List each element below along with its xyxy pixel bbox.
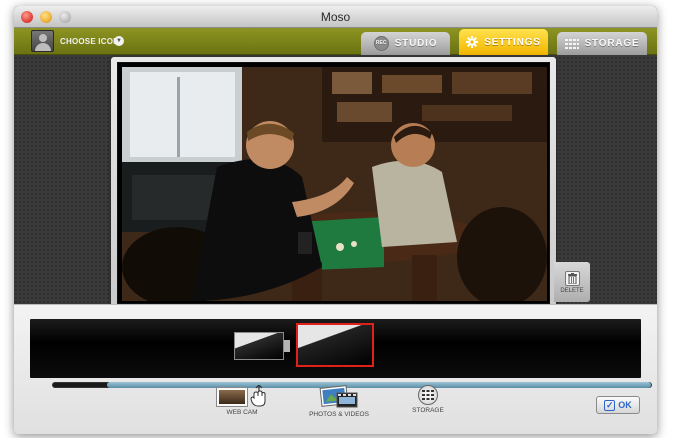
user-avatar[interactable] — [31, 30, 54, 52]
video-preview-panel — [111, 57, 556, 310]
gear-icon — [466, 36, 479, 48]
choose-icon-button[interactable]: CHOOSE ICON — [60, 37, 119, 46]
webcam-source-button[interactable]: WEB CAM — [210, 385, 274, 416]
storage-grid-icon — [564, 38, 579, 49]
photos-videos-source-label: PHOTOS & VIDEOS — [309, 411, 369, 418]
title-bar[interactable]: Moso — [14, 6, 657, 28]
webcam-icon — [216, 385, 268, 407]
chevron-down-icon[interactable]: ▼ — [114, 36, 124, 46]
photos-videos-icon — [319, 385, 358, 408]
webcam-source-label: WEB CAM — [226, 409, 258, 416]
checkmark-icon: ✓ — [604, 399, 616, 411]
photos-videos-source-button[interactable]: PHOTOS & VIDEOS — [307, 385, 371, 418]
clip-thumbnail-handle[interactable] — [284, 340, 290, 352]
bottom-panel: WEB CAM PHOTOS & VIDEOS STORAGE ✓ OK — [14, 304, 657, 434]
video-preview[interactable] — [122, 67, 547, 301]
webcam-preview-thumb — [216, 387, 248, 407]
trash-icon — [564, 270, 580, 286]
storage-source-label: STORAGE — [412, 407, 444, 414]
app-window: Moso CHOOSE ICON ▼ REC STUDIO SETTINGS S… — [14, 6, 657, 434]
selected-clip-image — [298, 325, 372, 365]
video-frame — [117, 62, 550, 304]
tab-settings[interactable]: SETTINGS — [459, 29, 548, 55]
storage-disc-icon — [418, 385, 438, 405]
delete-label: DELETE — [560, 287, 584, 294]
clip-timeline — [30, 319, 652, 388]
clip-thumbnail[interactable] — [234, 332, 284, 360]
tab-studio[interactable]: REC STUDIO — [361, 32, 450, 55]
selected-clip-thumbnail[interactable] — [296, 323, 374, 367]
tab-studio-label: STUDIO — [394, 38, 438, 49]
storage-source-button[interactable]: STORAGE — [408, 385, 448, 414]
delete-button[interactable]: DELETE — [554, 262, 590, 302]
avatar-head — [39, 34, 47, 42]
video-still-image — [122, 67, 547, 301]
rec-icon: REC — [373, 36, 389, 51]
tab-settings-label: SETTINGS — [484, 36, 541, 48]
top-bar: CHOOSE ICON ▼ REC STUDIO SETTINGS STORAG… — [14, 28, 657, 55]
main-area: DELETE — [14, 56, 657, 310]
tab-storage[interactable]: STORAGE — [557, 32, 647, 55]
tab-storage-label: STORAGE — [584, 38, 640, 49]
window-title: Moso — [320, 10, 351, 24]
hand-pointer-icon — [250, 385, 266, 407]
avatar-body — [35, 43, 51, 51]
timeline-scroll-thumb[interactable] — [107, 382, 651, 388]
ok-label: OK — [618, 400, 632, 410]
ok-button[interactable]: ✓ OK — [596, 396, 640, 414]
